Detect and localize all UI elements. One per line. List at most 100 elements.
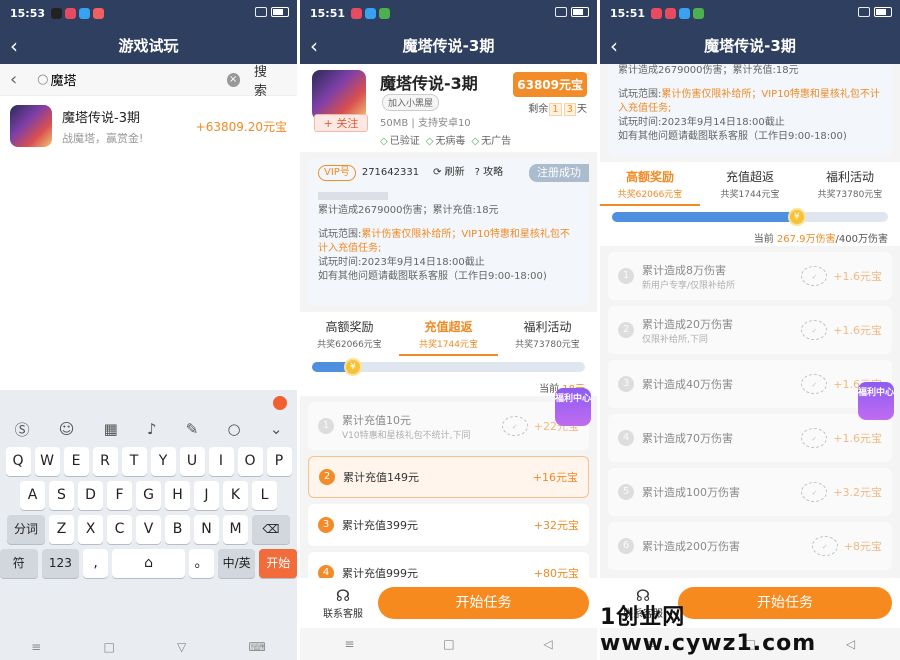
blacklist-button[interactable]: 加入小黑屋: [382, 94, 440, 111]
ime-logo-icon[interactable]: [273, 396, 287, 410]
keyboard-icon[interactable]: ▦: [104, 420, 118, 438]
go-key[interactable]: 开始: [259, 549, 297, 578]
search-key-icon[interactable]: ○: [228, 420, 241, 438]
task-item[interactable]: 6 累计造成200万伤害 ✓ +8元宝: [608, 522, 892, 570]
key-p[interactable]: P: [266, 447, 292, 476]
task-reward: +8元宝: [843, 540, 882, 553]
key-d[interactable]: D: [78, 481, 103, 510]
task-reward: +1.6元宝: [833, 432, 882, 445]
game-detail-high-reward: 15:51 ‹ 魔塔传说-3期 累计造成2679000伤害；累计充值:18元 试…: [600, 0, 900, 660]
menu-icon[interactable]: ≡: [344, 637, 354, 651]
status-app-icons: [651, 7, 705, 19]
follow-button[interactable]: + 关注: [314, 114, 368, 132]
task-item[interactable]: 5 累计造成100万伤害 ✓ +3.2元宝: [608, 468, 892, 516]
menu-icon[interactable]: ≡: [31, 640, 41, 654]
welfare-center-icon[interactable]: 福利中心: [555, 388, 591, 426]
key-r[interactable]: R: [92, 447, 118, 476]
back-nav-icon[interactable]: ▽: [177, 640, 186, 654]
task-reward: +1.6元宝: [833, 270, 882, 283]
watermark: 1创业网www.cywz1.com: [600, 605, 817, 656]
guide-button[interactable]: ? 攻略: [475, 166, 504, 180]
key-u[interactable]: U: [179, 447, 205, 476]
key-z[interactable]: Z: [49, 515, 74, 544]
key-q[interactable]: Q: [5, 447, 31, 476]
key-e[interactable]: E: [63, 447, 89, 476]
key-n[interactable]: N: [194, 515, 219, 544]
symbol-key[interactable]: 符: [0, 549, 38, 578]
number-key[interactable]: 123: [41, 549, 80, 578]
key-l[interactable]: L: [252, 481, 277, 510]
key-o[interactable]: O: [237, 447, 263, 476]
ime-s-icon[interactable]: Ⓢ: [15, 419, 30, 440]
nav-bar: ‹ 魔塔传说-3期: [600, 26, 900, 64]
collapse-icon[interactable]: ⌄: [270, 420, 283, 438]
tab-high-reward[interactable]: 高额奖励 共奖62066元宝: [600, 168, 700, 206]
back-nav-icon[interactable]: ◁: [543, 637, 552, 651]
headset-icon: ☊: [335, 586, 351, 605]
back-icon[interactable]: ‹: [310, 34, 318, 58]
price-tag: 63809元宝: [513, 72, 587, 97]
customer-service-button[interactable]: ☊ 联系客服: [308, 586, 378, 620]
game-icon: [312, 70, 366, 120]
search-input[interactable]: [50, 72, 221, 87]
search-result-item[interactable]: 魔塔传说-3期 战魔塔，赢赏金! +63809.20元宝: [0, 96, 297, 156]
task-item[interactable]: 1 累计充值10元 V10特惠和星核礼包不统计,下同 ✓ +22元宝: [308, 402, 589, 450]
key-i[interactable]: I: [208, 447, 234, 476]
back-icon[interactable]: ‹: [610, 34, 618, 58]
home-icon[interactable]: □: [103, 640, 114, 654]
status-time: 15:53: [10, 6, 46, 20]
fenci-key[interactable]: 分词: [7, 515, 45, 544]
task-number: 4: [618, 430, 634, 446]
back-icon[interactable]: ‹: [10, 34, 18, 58]
key-w[interactable]: W: [34, 447, 60, 476]
key-t[interactable]: T: [121, 447, 147, 476]
tab-welfare[interactable]: 福利活动 共奖73780元宝: [498, 318, 597, 356]
task-item[interactable]: 3 累计充值399元 +32元宝: [308, 504, 589, 546]
tab-welfare[interactable]: 福利活动 共奖73780元宝: [800, 168, 900, 206]
key-row-4: 符 123 , ⌂ 。 中/英 开始: [0, 549, 297, 578]
tab-high-reward[interactable]: 高额奖励 共奖62066元宝: [300, 318, 399, 356]
key-k[interactable]: K: [223, 481, 248, 510]
task-item[interactable]: 2 累计充值149元 +16元宝: [308, 456, 589, 498]
task-item[interactable]: 3 累计造成40万伤害 ✓ +1.6元宝: [608, 360, 892, 408]
key-c[interactable]: C: [107, 515, 132, 544]
search-back-icon[interactable]: ‹: [10, 69, 31, 90]
backspace-key[interactable]: ⌫: [252, 515, 290, 544]
home-icon[interactable]: □: [443, 637, 454, 651]
task-number: 6: [618, 538, 634, 554]
vip-tag: VIP号: [318, 165, 356, 181]
clear-icon[interactable]: ×: [226, 72, 240, 87]
task-item[interactable]: 1 累计造成8万伤害 新用户专享/仅限补给所 ✓ +1.6元宝: [608, 252, 892, 300]
refresh-button[interactable]: ⟳ 刷新: [433, 166, 465, 180]
keyboard: Ⓢ ☺ ▦ ♪ ✎ ○ ⌄ QWERTYUIOP ASDFGHJKL 分词 ZX…: [0, 390, 297, 660]
space-key[interactable]: ⌂: [111, 549, 186, 578]
key-v[interactable]: V: [136, 515, 161, 544]
period-key[interactable]: 。: [189, 549, 214, 578]
task-item[interactable]: 2 累计造成20万伤害 仅限补给所,下同 ✓ +1.6元宝: [608, 306, 892, 354]
emoji-icon[interactable]: ☺: [59, 420, 75, 438]
key-s[interactable]: S: [49, 481, 74, 510]
key-y[interactable]: Y: [150, 447, 176, 476]
status-time: 15:51: [610, 6, 646, 20]
handwrite-icon[interactable]: ✎: [186, 420, 199, 438]
start-task-button[interactable]: 开始任务: [378, 587, 589, 619]
lang-key[interactable]: 中/英: [217, 549, 256, 578]
key-m[interactable]: M: [223, 515, 248, 544]
key-a[interactable]: A: [20, 481, 45, 510]
key-j[interactable]: J: [194, 481, 219, 510]
comma-key[interactable]: ,: [83, 549, 108, 578]
tab-recharge[interactable]: 充值超返 共奖1744元宝: [700, 168, 800, 206]
key-h[interactable]: H: [165, 481, 190, 510]
keyboard-switch-icon[interactable]: ⌨: [249, 640, 266, 654]
time-text: 试玩时间:2023年9月14日18:00截止: [618, 117, 785, 128]
key-f[interactable]: F: [107, 481, 132, 510]
task-item[interactable]: 4 累计造成70万伤害 ✓ +1.6元宝: [608, 414, 892, 462]
key-g[interactable]: G: [136, 481, 161, 510]
search-button[interactable]: 搜索: [254, 61, 279, 99]
tab-recharge[interactable]: 充值超返 共奖1744元宝: [399, 318, 498, 356]
battery-icon: [874, 7, 892, 17]
welfare-center-icon[interactable]: 福利中心: [858, 382, 894, 420]
key-b[interactable]: B: [165, 515, 190, 544]
key-x[interactable]: X: [78, 515, 103, 544]
mic-icon[interactable]: ♪: [147, 420, 157, 438]
